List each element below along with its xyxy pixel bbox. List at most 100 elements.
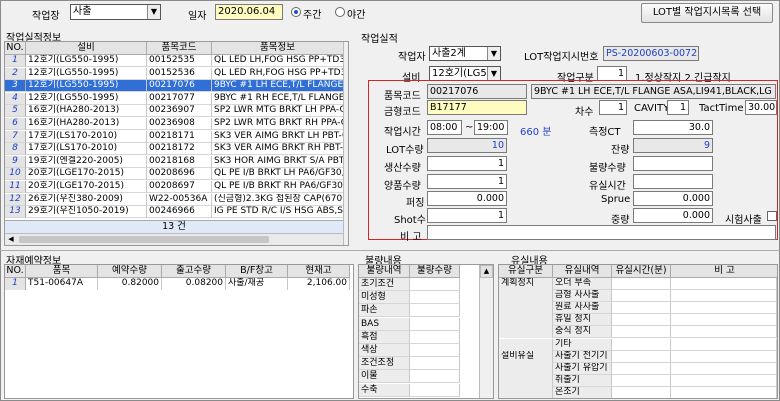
defect-type: 수축 [359,383,410,397]
tact-time-field[interactable]: 30.00 [745,100,777,115]
loss-time[interactable] [612,302,671,315]
defect-qty[interactable] [410,291,460,305]
weight-field[interactable]: 0.000 [633,208,713,223]
defect-type: 조건조정 [359,357,410,371]
scroll-left-icon[interactable]: ◀ [5,234,17,245]
loss-note[interactable] [671,350,777,363]
cell-info: 9BYC #1 RH ECE,T/L FLANGE AS [212,92,344,105]
defect-qty[interactable] [410,370,460,384]
loss-col-group: 유실구분 [499,265,553,278]
time-to-field[interactable]: 19:00 [474,120,508,135]
cell-info: SP2 LWR MTG BRKT LH PPA-GF45 [212,105,344,118]
defect-col-type: 불량내역 [359,265,410,278]
defect-qty[interactable] [410,344,460,357]
cell-code: 00217076 [147,80,212,93]
defect-qty[interactable] [410,317,460,331]
cell-no: 6 [5,118,26,130]
lot-list-button[interactable]: LOT별 작업지시목록 선택 [641,3,773,23]
loss-note[interactable] [671,278,777,290]
loss-time[interactable] [612,386,671,398]
loss-item: 온조기 [553,386,612,398]
cell-code: 00152535 [147,55,212,67]
loss-time[interactable] [612,338,671,351]
cell-info: SK3 VER AIMG BRKT LH PBT-GF1 [212,130,344,143]
workplace-select[interactable]: 사출 ▼ [70,4,161,20]
cha-field[interactable]: 1 [599,100,627,115]
loss-note[interactable] [671,290,777,303]
note-field[interactable] [427,225,776,240]
cell-equip: 12호기(LG550-1995) [26,67,147,80]
scroll-up-icon[interactable]: ▲ [480,265,493,278]
cell-equip: 19호기(엔겔220-2005) [26,155,147,168]
mat-cell-issued: 0.08200 [162,278,226,290]
chevron-down-icon: ▼ [487,67,500,80]
prod-qty-field[interactable]: 1 [427,156,507,171]
loss-time[interactable] [612,350,671,363]
loss-item: 사출기 유압기 [553,362,612,375]
loss-note[interactable] [671,386,777,398]
defect-qty[interactable] [410,278,460,291]
sprue-field[interactable]: 0.000 [633,191,713,206]
measured-ct-field[interactable]: 30.0 [633,120,713,135]
col-header-code: 품목코드 [147,42,212,55]
loss-time[interactable] [612,290,671,303]
item-code-field: 00217076 [427,84,527,99]
defect-scrollbar[interactable]: ▲ [479,265,493,398]
loss-time[interactable] [612,362,671,375]
defect-type: 흑점 [359,330,410,344]
item-code-label: 품목코드 [384,91,421,102]
cavity-label: CAVITY [634,103,670,114]
shot-count-label: Shot수 [394,215,426,226]
trial-injection-label: 시험사출 [725,215,762,226]
defect-qty[interactable] [410,383,460,397]
purge-field[interactable]: 0.000 [427,191,507,206]
shift-night-label: 야간 [347,10,366,21]
shift-night-radio[interactable] [335,7,345,17]
defect-qty[interactable] [410,330,460,344]
loss-note[interactable] [671,362,777,375]
material-grid[interactable]: NO. 품목 예약수량 출고수량 B/F창고 현재고 1 T51-00647A 0.… [4,264,354,399]
loss-group [499,290,553,303]
loss-grid[interactable]: 유실구분 유실내역 유실시간(분) 비 고 계획정지 오더 부족 금형 사사출 원료 … [498,264,778,399]
shot-count-field[interactable]: 1 [427,208,507,223]
loss-time[interactable] [612,374,671,387]
mat-cell-stock: 2,106.00 [288,278,350,290]
date-field[interactable]: 2020.06.04 [215,4,283,20]
loss-item: 취출기 [553,374,612,387]
row-count-footer: 13 건 [5,220,343,233]
loss-note[interactable] [671,326,777,339]
cavity-field[interactable]: 1 [667,100,689,115]
worker-value: 사출2계 [432,48,466,59]
loss-note[interactable] [671,314,777,327]
work-type-field[interactable]: 1 [597,66,627,81]
vertical-scrollbar[interactable] [343,42,348,245]
loss-note[interactable] [671,338,777,351]
good-qty-field[interactable]: 1 [427,174,507,189]
good-qty-label: 양품수량 [384,181,421,192]
trial-injection-checkbox[interactable] [767,211,777,221]
time-from-field[interactable]: 08:00 [427,120,462,135]
defect-grid[interactable]: 불량내역 불량수량 초기조건 미성형 파손 BAS 흑점 색상 조건조정 이물 수축 ▲ [358,264,494,399]
item-name-field: 9BYC #1 LH ECE,T/L FLANGE ASA,LI941,BLAC… [531,84,776,99]
worker-select[interactable]: 사출2계 ▼ [429,46,501,61]
defect-qty[interactable] [410,304,460,318]
cell-code: 00236908 [147,118,212,130]
equip-select[interactable]: 12호기(LG550 ▼ [429,66,501,81]
loss-time[interactable] [612,314,671,327]
idle-time-field[interactable] [633,174,713,189]
loss-time[interactable] [612,326,671,339]
mold-code-field[interactable]: B17177 [427,100,527,115]
bad-qty-field[interactable] [633,156,713,171]
work-result-grid[interactable]: NO. 설비 품목코드 품목정보 1 12호기(LG550-1995) 001525… [4,41,349,246]
shift-day-radio[interactable] [291,7,301,17]
cell-code: 00218168 [147,155,212,168]
loss-note[interactable] [671,302,777,315]
loss-note[interactable] [671,374,777,387]
loss-time[interactable] [612,278,671,290]
scroll-thumb[interactable] [19,236,269,243]
cell-equip: 16호기(HA280-2013) [26,105,147,118]
mat-cell-no: 1 [5,278,26,290]
chevron-down-icon: ▼ [487,47,500,60]
horizontal-scrollbar[interactable]: ◀ [5,233,343,245]
defect-qty[interactable] [410,357,460,371]
